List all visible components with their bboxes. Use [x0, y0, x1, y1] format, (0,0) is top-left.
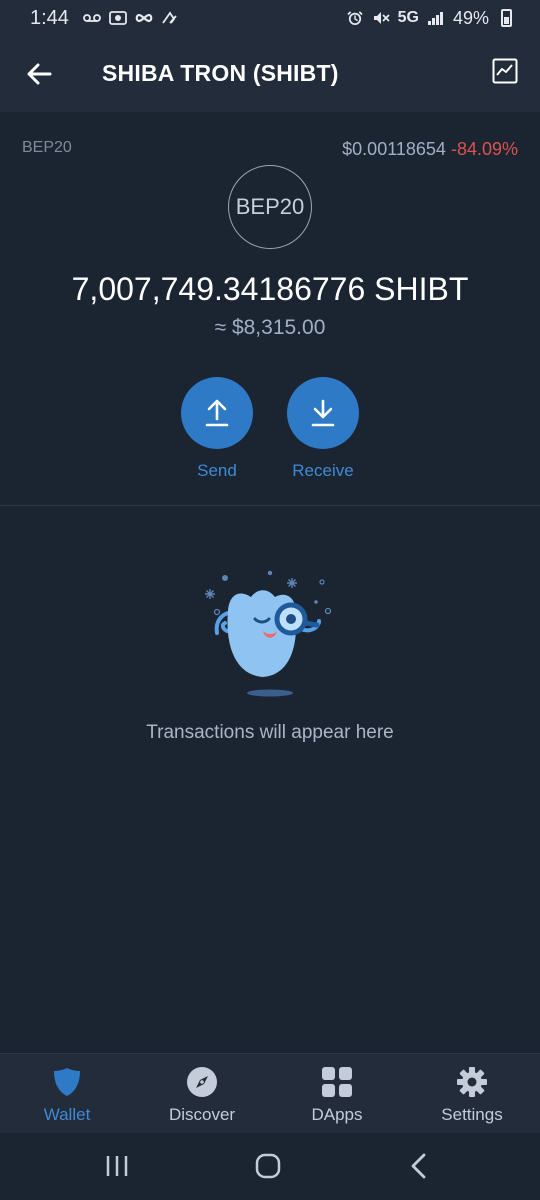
grid-icon [322, 1067, 352, 1097]
price-change: -84.09% [450, 139, 518, 159]
recent-apps-icon[interactable] [100, 1151, 134, 1181]
home-icon[interactable] [251, 1151, 285, 1181]
nav-discover[interactable]: Discover [142, 1066, 262, 1125]
nav-wallet[interactable]: Wallet [7, 1066, 127, 1125]
send-button[interactable] [181, 377, 253, 449]
status-bar: 1:44 5G 49% [0, 0, 540, 36]
signal-icon [427, 12, 443, 25]
upload-icon [205, 399, 229, 427]
battery-percent: 49% [452, 7, 489, 28]
mute-icon [373, 12, 390, 24]
shield-icon [54, 1068, 80, 1096]
download-icon [311, 399, 335, 427]
price-line: $0.00118654 -84.09% [342, 139, 518, 160]
fiat-balance: ≈ $8,315.00 [214, 316, 326, 339]
network-label: BEP20 [22, 139, 72, 156]
empty-state-text: Transactions will appear here [146, 722, 394, 743]
receive-label[interactable]: Receive [263, 461, 383, 481]
nav-settings[interactable]: Settings [412, 1066, 532, 1125]
app-notification-icon [162, 11, 177, 24]
app-bar: SHIBA TRON (SHIBT) [0, 36, 540, 112]
system-back-icon[interactable] [402, 1151, 436, 1181]
voicemail-icon [83, 14, 101, 22]
token-balance: 7,007,749.34186776 SHIBT [71, 271, 469, 307]
battery-icon [501, 9, 512, 27]
status-time: 1:44 [30, 6, 69, 29]
empty-state-illustration [205, 570, 332, 697]
nav-dapps-label: DApps [311, 1105, 363, 1124]
page-title: SHIBA TRON (SHIBT) [102, 60, 339, 86]
system-nav-bar [0, 1133, 540, 1200]
section-divider [0, 505, 540, 506]
screenshot-icon [109, 11, 127, 25]
nav-discover-label: Discover [168, 1105, 236, 1124]
alarm-icon [347, 11, 363, 25]
receive-button[interactable] [287, 377, 359, 449]
network-type: 5G [397, 9, 419, 26]
infinity-icon [135, 13, 153, 23]
token-logo: BEP20 [228, 165, 312, 249]
bottom-nav: Wallet Discover DApps Settings [0, 1053, 540, 1133]
send-label[interactable]: Send [157, 461, 277, 481]
nav-settings-label: Settings [441, 1105, 503, 1124]
chart-icon[interactable] [492, 58, 518, 84]
nav-dapps[interactable]: DApps [277, 1066, 397, 1125]
status-left: 1:44 [30, 7, 179, 30]
token-price: $0.00118654 [342, 139, 446, 159]
nav-wallet-label: Wallet [43, 1105, 91, 1124]
status-right: 5G 49% [346, 8, 512, 29]
gear-icon [457, 1067, 487, 1097]
back-arrow-icon[interactable] [24, 58, 56, 90]
compass-icon [187, 1067, 217, 1097]
